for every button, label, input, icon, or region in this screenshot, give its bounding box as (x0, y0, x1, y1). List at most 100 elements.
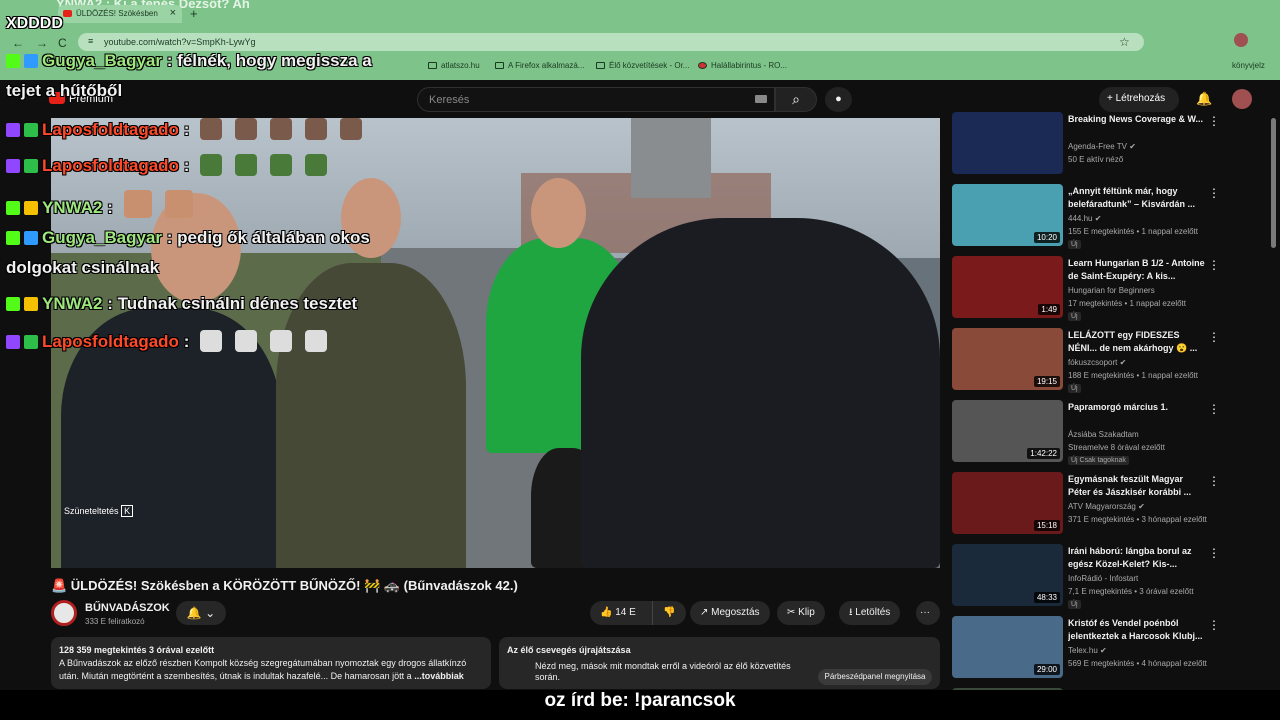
kick-icon (6, 201, 20, 215)
emote-icon (305, 154, 328, 176)
recommendation-title[interactable]: „Annyit féltünk már, hogy belefáradtunk”… (1068, 185, 1208, 211)
more-options-icon[interactable]: ⋮ (1208, 618, 1220, 632)
download-button[interactable]: ⭳ Letöltés (839, 601, 901, 625)
video-thumbnail[interactable] (952, 112, 1063, 174)
video-thumbnail[interactable]: 1:49 (952, 256, 1063, 318)
share-button[interactable]: ↗ Megosztás (690, 601, 770, 625)
more-options-icon[interactable]: ⋮ (1208, 474, 1220, 488)
new-badge: Új (1068, 240, 1081, 249)
recommendation-channel[interactable]: Ázsiába Szakadtam (1068, 430, 1139, 439)
emote-icon (270, 118, 293, 140)
recommendation-channel[interactable]: Hungarian for Beginners (1068, 286, 1155, 295)
video-thumbnail[interactable]: 48:33 (952, 544, 1063, 606)
site-icon (698, 62, 707, 69)
recommendation-title[interactable]: Iráni háború: lángba borul az egész Köze… (1068, 545, 1208, 571)
subscriber-count: 333 E feliratkozó (85, 617, 145, 626)
blurred-face (631, 118, 711, 198)
recommendation-channel[interactable]: 444.hu ✔ (1068, 214, 1101, 223)
browser-tab[interactable]: ÜLDÖZÉS! Szökésben × (58, 5, 182, 23)
bookmark-item[interactable]: A Firefox alkalmazá... (495, 61, 584, 70)
create-button[interactable]: + Létrehozás (1099, 87, 1179, 112)
account-avatar[interactable] (1232, 89, 1252, 109)
recommendation-item[interactable]: 1:49 Learn Hungarian B 1/2 - Antoine de S… (950, 256, 1270, 322)
person-head (531, 178, 586, 248)
more-options-icon[interactable]: ⋮ (1208, 330, 1220, 344)
emote-icon (305, 330, 328, 352)
search-button[interactable]: ⌕ (775, 87, 817, 112)
more-options-icon[interactable]: ⋮ (1208, 114, 1220, 128)
folder-icon (596, 62, 605, 69)
bookmark-item[interactable]: Élő közvetítések - Or... (596, 61, 689, 70)
recommendation-item[interactable]: 10:20 „Annyit féltünk már, hogy belefárad… (950, 184, 1270, 250)
chat-message-cont: dolgokat csinálnak (6, 258, 160, 277)
recommendation-channel[interactable]: InfoRádió - Infostart (1068, 574, 1138, 583)
channel-name[interactable]: BŰNVADÁSZOK (85, 602, 170, 614)
forward-icon[interactable]: → (36, 36, 48, 50)
recommendation-channel[interactable]: ATV Magyarország ✔ (1068, 502, 1145, 511)
emote-icon (305, 118, 328, 140)
reload-icon[interactable]: C (58, 36, 67, 50)
more-options-icon[interactable]: ⋮ (1208, 402, 1220, 416)
recommendation-title[interactable]: Learn Hungarian B 1/2 - Antoine de Saint… (1068, 257, 1208, 283)
back-icon[interactable]: ← (12, 36, 24, 50)
bookmark-item[interactable]: atlatszo.hu (428, 61, 480, 70)
profile-avatar[interactable] (1234, 33, 1248, 47)
keyboard-icon[interactable] (755, 95, 767, 103)
video-thumbnail[interactable]: 19:15 (952, 328, 1063, 390)
recommendation-channel[interactable]: Telex.hu ✔ (1068, 646, 1107, 655)
duration-badge: 48:33 (1033, 592, 1060, 603)
recommendation-title[interactable]: Egymásnak feszült Magyar Péter és Jászki… (1068, 473, 1208, 499)
dislike-button[interactable]: 👎 (652, 601, 686, 625)
duration-badge: 15:18 (1033, 520, 1060, 531)
recommendation-item[interactable]: Breaking News Coverage & W... Agenda-Free… (950, 112, 1270, 178)
recommendation-item[interactable]: 15:18 Egymásnak feszült Magyar Péter és J… (950, 472, 1270, 538)
emote-icon (235, 154, 258, 176)
address-bar[interactable]: ≡ youtube.com/watch?v=SmpKh-LywYg (78, 33, 1144, 51)
more-options-icon[interactable]: ⋮ (1208, 186, 1220, 200)
like-button[interactable]: 👍 14 E (590, 601, 652, 625)
search-input[interactable]: Keresés (417, 87, 775, 112)
emote-icon (123, 190, 152, 218)
sword-icon (24, 123, 38, 137)
channel-avatar[interactable] (51, 600, 77, 626)
description-box[interactable]: 128 359 megtekintés 3 órával ezelőtt A B… (51, 637, 491, 689)
new-tab-button[interactable]: + (190, 6, 198, 21)
recommendation-channel[interactable]: Agenda-Free TV ✔ (1068, 142, 1136, 151)
video-thumbnail[interactable]: 10:20 (952, 184, 1063, 246)
more-options-icon[interactable]: ⋮ (1208, 546, 1220, 560)
scrollbar[interactable] (1271, 118, 1276, 248)
tab-title: ÜLDÖZÉS! Szökésben (76, 9, 158, 18)
emote-icon (200, 118, 223, 140)
recommendation-channel[interactable]: fókuszcsoport ✔ (1068, 358, 1126, 367)
recommendation-item[interactable]: 48:33 Iráni háború: lángba borul az egész… (950, 544, 1270, 610)
microphone-icon[interactable]: ● (825, 87, 852, 112)
screen: YNWA2 : Ki a fenés Dezsőt? Ah ÜLDÖZÉS! S… (0, 0, 1280, 720)
clip-button[interactable]: ✂ Klip (777, 601, 825, 625)
other-bookmarks[interactable]: könyvjelz (1232, 61, 1265, 70)
recommendation-title[interactable]: Breaking News Coverage & W... (1068, 113, 1208, 126)
video-title: 🚨 ÜLDÖZÉS! Szökésben a KÖRÖZÖTT BŰNÖZŐ! … (51, 578, 518, 593)
site-info-icon[interactable]: ≡ (88, 36, 93, 46)
video-thumbnail[interactable]: 29:00 (952, 616, 1063, 678)
recommendation-title[interactable]: Kristóf és Vendel poénból jelentkeztek a… (1068, 617, 1208, 643)
new-badge: Új Csak tagoknak (1068, 456, 1129, 465)
notifications-icon[interactable]: 🔔 (1196, 91, 1212, 107)
bookmark-item[interactable]: Halállabirintus - RO... (698, 61, 787, 70)
more-options-icon[interactable]: ⋮ (1208, 258, 1220, 272)
recommendation-title[interactable]: LELÁZOTT egy FIDESZES NÉNI... de nem aká… (1068, 329, 1208, 355)
recommendation-item[interactable]: 1:42:22 Papramorgó március 1. Ázsiába Szak… (950, 400, 1270, 466)
recommendation-item[interactable]: 19:15 LELÁZOTT egy FIDESZES NÉNI... de ne… (950, 328, 1270, 394)
open-chat-button[interactable]: Párbeszédpanel megnyitása (818, 669, 932, 685)
emote-icon (235, 330, 258, 352)
recommendations-sidebar: Breaking News Coverage & W... Agenda-Free… (950, 112, 1280, 720)
notification-bell-button[interactable]: 🔔 ⌄ (176, 601, 226, 625)
recommendation-title[interactable]: Papramorgó március 1. (1068, 401, 1208, 414)
recommendation-item[interactable]: 29:00 Kristóf és Vendel poénból jelentkez… (950, 616, 1270, 682)
chat-message: Gugya_Bagyar : félnék, hogy megissza a (6, 51, 372, 71)
video-thumbnail[interactable]: 15:18 (952, 472, 1063, 534)
close-icon[interactable]: × (170, 7, 176, 19)
show-more-link[interactable]: ...továbbiak (414, 671, 464, 681)
star-icon[interactable]: ☆ (1119, 35, 1130, 49)
more-actions-button[interactable]: ··· (916, 601, 940, 625)
video-thumbnail[interactable]: 1:42:22 (952, 400, 1063, 462)
